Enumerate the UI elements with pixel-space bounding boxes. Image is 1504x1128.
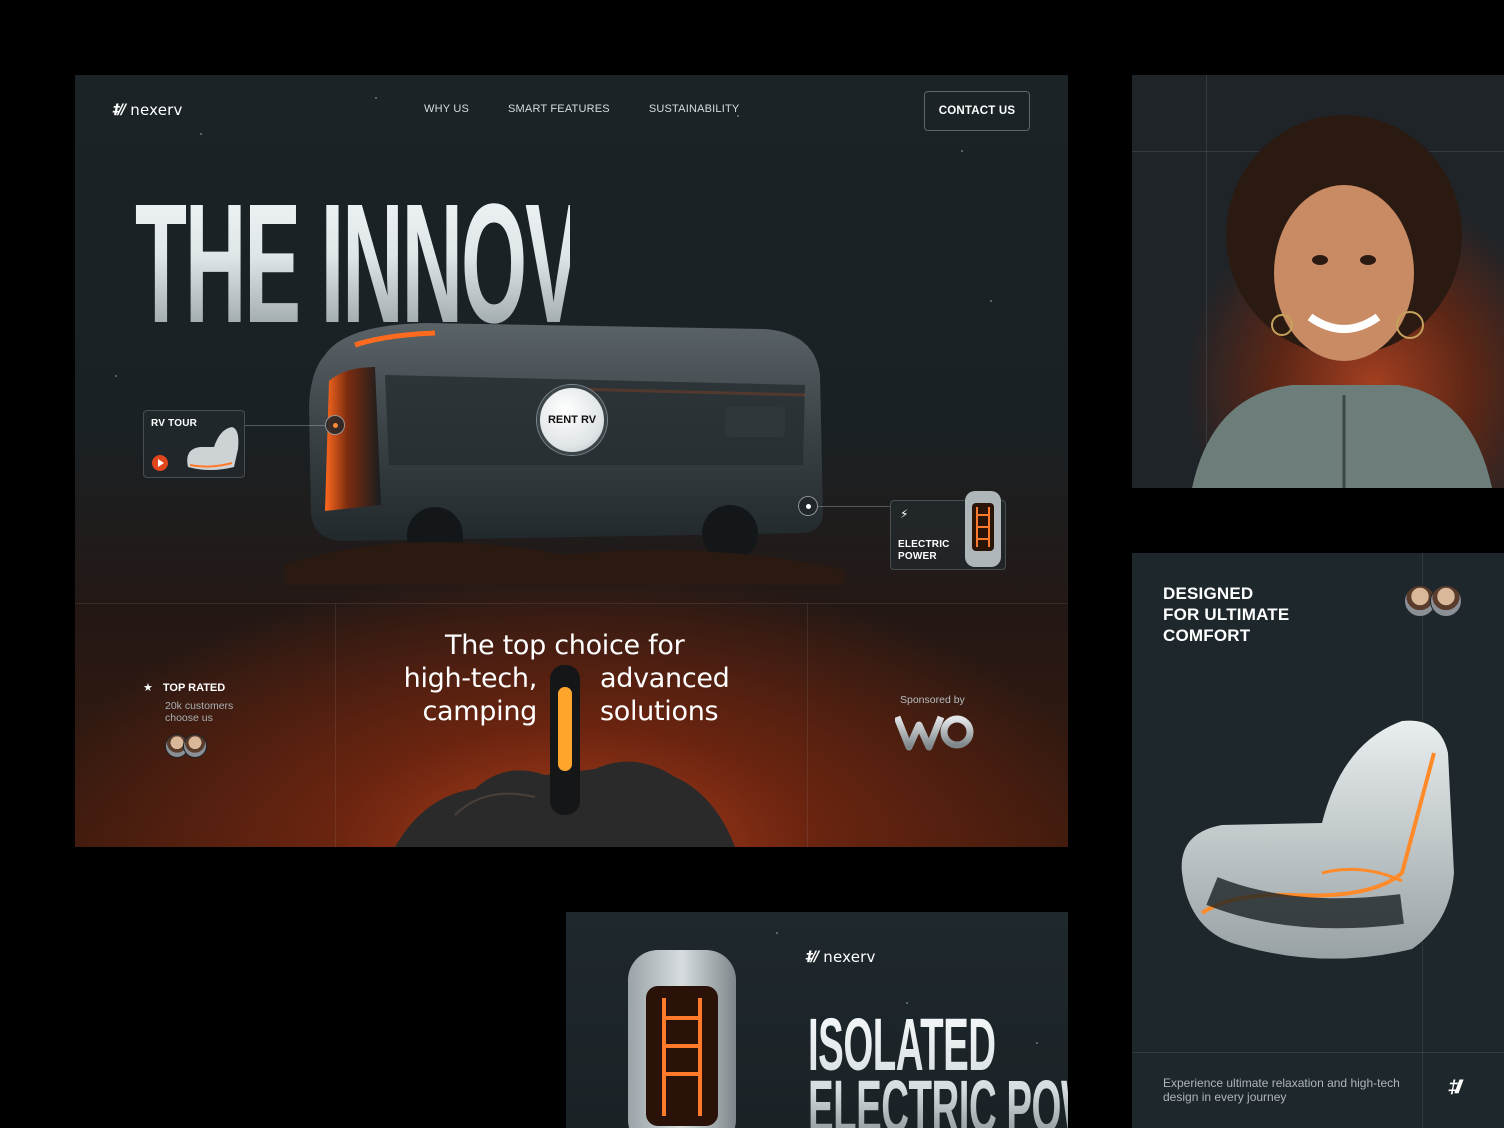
grid-line — [1132, 1052, 1504, 1053]
battery-title: ISOLATED ELECTRIC POWER — [808, 1014, 1068, 1128]
brand-name: nexerv — [130, 101, 183, 119]
tagline-line1: The top choice for — [445, 630, 685, 661]
lantern-illustration — [395, 665, 735, 847]
avatar — [183, 734, 207, 758]
sponsor-label: Sponsored by — [900, 694, 965, 706]
grid-line — [335, 603, 336, 847]
star-icon: ★ — [143, 682, 153, 694]
seat-thumbnail — [187, 427, 239, 470]
brand-mark-icon: ‡// — [113, 102, 126, 118]
brand-logo[interactable]: ‡// nexerv — [806, 948, 876, 966]
grid-line — [75, 603, 1068, 604]
comfort-title-line: DESIGNED — [1163, 584, 1254, 603]
comfort-avatars — [1404, 585, 1462, 617]
nav-why-us[interactable]: WHY US — [424, 103, 469, 115]
comfort-description: Experience ultimate relaxation and high-… — [1163, 1076, 1400, 1104]
play-icon[interactable] — [152, 455, 168, 471]
lightning-icon: ⚡ — [900, 507, 909, 521]
star-decor — [375, 97, 377, 99]
contact-us-button[interactable]: CONTACT US — [924, 91, 1030, 131]
comfort-panel: DESIGNED FOR ULTIMATE COMFORT Experience… — [1132, 553, 1504, 1128]
nav-sustainability[interactable]: SUSTAINABILITY — [649, 103, 740, 115]
customer-photo — [1192, 115, 1492, 488]
avatar — [1430, 585, 1462, 617]
star-decor — [200, 133, 202, 135]
battery-title-line: ELECTRIC POWER — [808, 1065, 1061, 1128]
brand-logo[interactable]: ‡// nexerv — [113, 101, 183, 119]
brand-name: nexerv — [823, 948, 876, 966]
star-decor — [737, 115, 739, 117]
portrait-panel — [1132, 75, 1504, 488]
hotspot-dot[interactable] — [325, 415, 345, 435]
star-decor — [961, 150, 963, 152]
grid-line — [807, 603, 808, 847]
top-rated-block: ★ TOP RATED 20k customers choose us — [143, 681, 245, 758]
comfort-title-line: COMFORT — [1163, 626, 1251, 645]
top-rated-subtitle: 20k customers choose us — [165, 700, 234, 724]
brand-mark-icon: ‡// — [806, 949, 819, 965]
battery-illustration — [628, 950, 736, 1128]
comfort-title: DESIGNED FOR ULTIMATE COMFORT — [1163, 583, 1289, 646]
brand-mark-icon: ‡// — [1448, 1077, 1462, 1097]
star-decor — [776, 932, 778, 934]
seat-illustration — [1181, 720, 1454, 959]
sponsor-logo[interactable] — [895, 711, 977, 753]
main-nav: WHY US SMART FEATURES SUSTAINABILITY — [424, 103, 739, 115]
connector-line — [818, 506, 890, 507]
electric-power-label: ELECTRIC POWER — [898, 539, 950, 562]
top-rated-title: TOP RATED — [162, 681, 226, 694]
battery-thumbnail — [965, 491, 1001, 567]
connector-line — [245, 425, 325, 426]
hotspot-dot[interactable] — [798, 496, 818, 516]
hero-panel: ‡// nexerv WHY US SMART FEATURES SUSTAIN… — [75, 75, 1068, 847]
nav-smart-features[interactable]: SMART FEATURES — [508, 103, 610, 115]
star-decor — [115, 375, 117, 377]
battery-panel: ‡// nexerv ISOLATED ELECTRIC POWER — [566, 912, 1068, 1128]
customer-avatars — [165, 734, 245, 758]
electric-power-card[interactable]: ⚡ ELECTRIC POWER — [890, 491, 1006, 570]
rv-tour-card[interactable]: RV TOUR — [143, 410, 245, 478]
comfort-title-line: FOR ULTIMATE — [1163, 605, 1290, 624]
rent-rv-button[interactable]: RENT RV — [537, 385, 607, 455]
